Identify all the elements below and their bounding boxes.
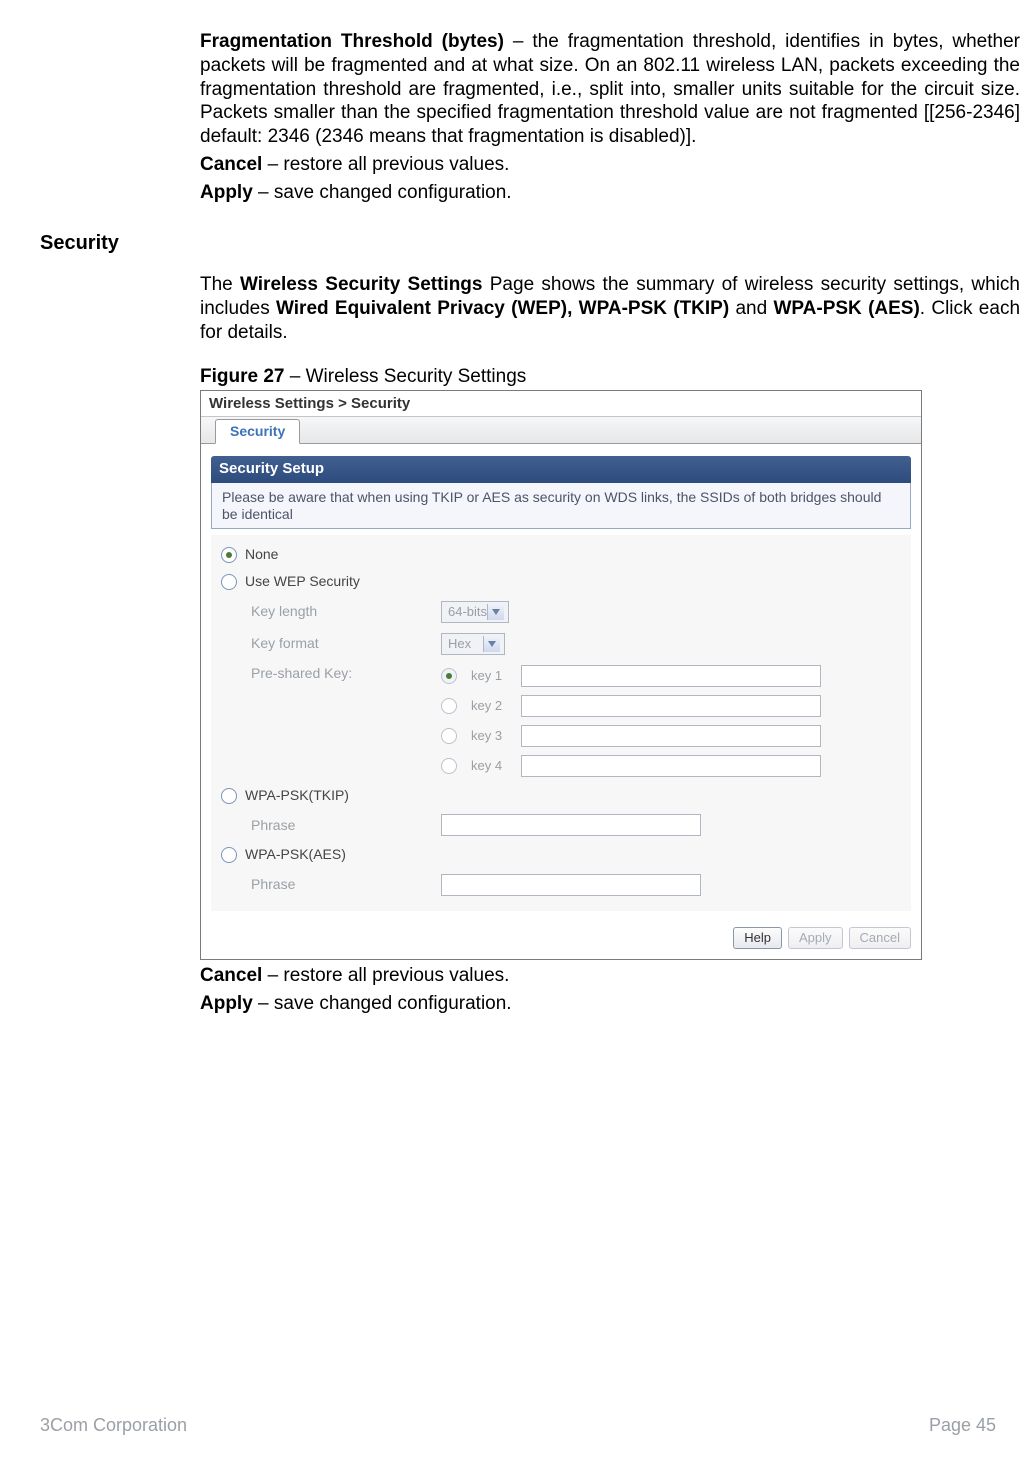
- tab-row: Security: [201, 416, 921, 444]
- radio-aes[interactable]: [221, 847, 237, 863]
- footer-right: Page 45: [929, 1415, 996, 1436]
- opt-none-label: None: [245, 546, 278, 564]
- key-row-1: key 1: [441, 665, 821, 687]
- intro-pre: The: [200, 274, 240, 295]
- key-row-4: key 4: [441, 755, 821, 777]
- label-tkip-phrase: Phrase: [251, 817, 441, 835]
- input-aes-phrase[interactable]: [441, 874, 701, 896]
- para-apply-top: Apply – save changed configuration.: [200, 181, 1020, 205]
- opt-none-row[interactable]: None: [211, 541, 911, 569]
- label-key2: key 2: [471, 698, 515, 714]
- key-row-2: key 2: [441, 695, 821, 717]
- intro-b1: Wireless Security Settings: [240, 274, 482, 295]
- input-key2[interactable]: [521, 695, 821, 717]
- label-keyfmt: Key format: [251, 635, 441, 653]
- radio-tkip[interactable]: [221, 788, 237, 804]
- page-footer: 3Com Corporation Page 45: [40, 1415, 996, 1436]
- panel-note: Please be aware that when using TKIP or …: [211, 483, 911, 529]
- para-intro: The Wireless Security Settings Page show…: [200, 273, 1020, 344]
- figure-label: Figure 27: [200, 366, 284, 387]
- opt-wep-row[interactable]: Use WEP Security: [211, 568, 911, 596]
- chevron-down-icon: [487, 604, 504, 620]
- label-key1: key 1: [471, 668, 515, 684]
- button-bar: Help Apply Cancel: [201, 919, 921, 959]
- footer-left: 3Com Corporation: [40, 1415, 187, 1436]
- input-key1[interactable]: [521, 665, 821, 687]
- breadcrumb: Wireless Settings > Security: [201, 391, 921, 416]
- help-button[interactable]: Help: [733, 927, 782, 949]
- key-row-3: key 3: [441, 725, 821, 747]
- text-cancel-top: – restore all previous values.: [262, 154, 509, 175]
- term-cancel-bottom: Cancel: [200, 965, 262, 986]
- radio-none[interactable]: [221, 547, 237, 563]
- section-heading-security: Security: [40, 232, 996, 255]
- row-aes-phrase: Phrase: [211, 869, 911, 901]
- text-apply-bottom: – save changed configuration.: [253, 993, 512, 1014]
- input-tkip-phrase[interactable]: [441, 814, 701, 836]
- radio-wep[interactable]: [221, 574, 237, 590]
- panel-title: Security Setup: [211, 456, 911, 483]
- text-cancel-bottom: – restore all previous values.: [262, 965, 509, 986]
- psk-keys: key 1 key 2 key 3: [441, 665, 821, 777]
- label-key3: key 3: [471, 728, 515, 744]
- para-cancel-top: Cancel – restore all previous values.: [200, 153, 1020, 177]
- term-apply-bottom: Apply: [200, 993, 253, 1014]
- row-keylen: Key length 64-bits: [211, 596, 911, 628]
- chevron-down-icon: [483, 636, 500, 652]
- text-apply-top: – save changed configuration.: [253, 182, 512, 203]
- opt-aes-row[interactable]: WPA-PSK(AES): [211, 841, 911, 869]
- radio-key1[interactable]: [441, 668, 457, 684]
- radio-key2[interactable]: [441, 698, 457, 714]
- input-key3[interactable]: [521, 725, 821, 747]
- row-keyfmt: Key format Hex: [211, 628, 911, 660]
- label-key4: key 4: [471, 758, 515, 774]
- opt-tkip-label: WPA-PSK(TKIP): [245, 787, 349, 805]
- form-area: None Use WEP Security Key length 64-bits: [211, 535, 911, 911]
- body-column-2: The Wireless Security Settings Page show…: [200, 273, 1020, 1015]
- radio-key4[interactable]: [441, 758, 457, 774]
- figure-caption: Figure 27 – Wireless Security Settings: [200, 365, 1020, 389]
- cancel-button[interactable]: Cancel: [849, 927, 911, 949]
- intro-b3: WPA-PSK (AES): [773, 298, 919, 319]
- select-keyfmt[interactable]: Hex: [441, 633, 505, 655]
- row-tkip-phrase: Phrase: [211, 809, 911, 841]
- intro-mid2: and: [729, 298, 773, 319]
- label-psk: Pre-shared Key:: [251, 665, 441, 683]
- label-keylen: Key length: [251, 603, 441, 621]
- apply-button[interactable]: Apply: [788, 927, 843, 949]
- term-cancel-top: Cancel: [200, 154, 262, 175]
- intro-b2: Wired Equivalent Privacy (WEP), WPA-PSK …: [276, 298, 729, 319]
- para-apply-bottom: Apply – save changed configuration.: [200, 992, 1020, 1016]
- tab-security[interactable]: Security: [215, 419, 300, 445]
- select-keylen-value: 64-bits: [448, 604, 487, 620]
- term-apply-top: Apply: [200, 182, 253, 203]
- screenshot: Wireless Settings > Security Security Se…: [200, 390, 922, 960]
- term-fragmentation: Fragmentation Threshold (bytes): [200, 31, 504, 52]
- opt-aes-label: WPA-PSK(AES): [245, 846, 346, 864]
- label-aes-phrase: Phrase: [251, 876, 441, 894]
- body-column: Fragmentation Threshold (bytes) – the fr…: [200, 30, 1020, 204]
- opt-tkip-row[interactable]: WPA-PSK(TKIP): [211, 782, 911, 810]
- figure-title: – Wireless Security Settings: [284, 366, 526, 387]
- page: Fragmentation Threshold (bytes) – the fr…: [0, 0, 1036, 1474]
- para-fragmentation: Fragmentation Threshold (bytes) – the fr…: [200, 30, 1020, 149]
- row-psk: Pre-shared Key: key 1 key 2: [211, 660, 911, 782]
- input-key4[interactable]: [521, 755, 821, 777]
- select-keylen[interactable]: 64-bits: [441, 601, 509, 623]
- select-keyfmt-value: Hex: [448, 636, 471, 652]
- para-cancel-bottom: Cancel – restore all previous values.: [200, 964, 1020, 988]
- radio-key3[interactable]: [441, 728, 457, 744]
- opt-wep-label: Use WEP Security: [245, 573, 360, 591]
